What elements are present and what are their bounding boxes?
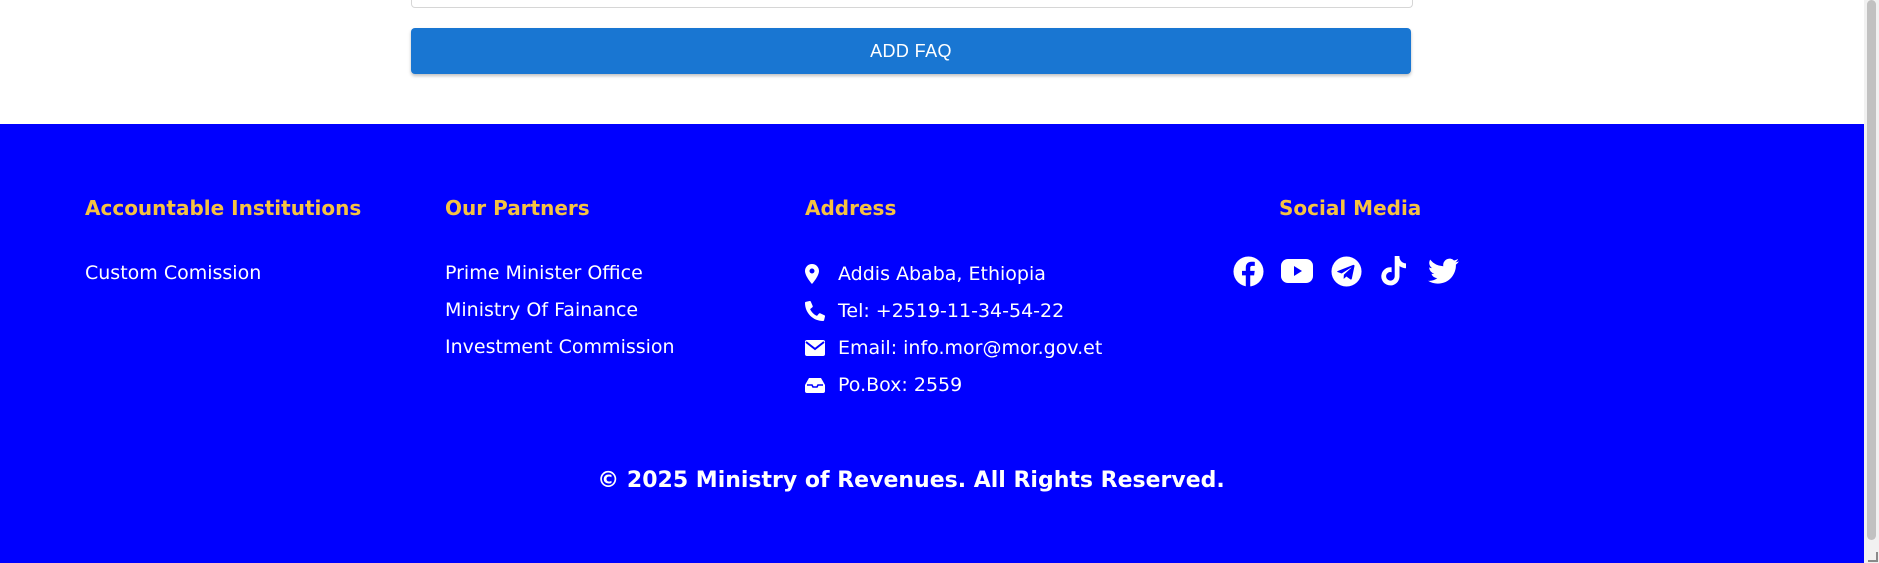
ministry-of-finance-link[interactable]: Ministry Of Fainance [445,299,638,321]
page: ADD FAQ Accountable Institutions Custom … [0,0,1864,563]
phone-icon [805,300,827,322]
map-pin-icon [805,263,827,285]
accountable-institutions-heading: Accountable Institutions [85,196,362,220]
faq-form-area: ADD FAQ [0,0,1864,124]
copyright-text: © 2025 Ministry of Revenues. All Rights … [597,468,1225,493]
social-media-heading: Social Media [1279,196,1422,220]
address-pobox: Po.Box: 2559 [805,370,962,400]
prime-minister-office-link[interactable]: Prime Minister Office [445,262,643,284]
investment-commission-link[interactable]: Investment Commission [445,336,675,358]
our-partners-heading: Our Partners [445,196,590,220]
youtube-icon[interactable] [1280,254,1314,288]
inbox-icon [805,374,827,396]
address-email: Email: info.mor@mor.gov.et [805,333,1102,363]
address-heading: Address [805,196,897,220]
address-phone: Tel: +2519-11-34-54-22 [805,296,1064,326]
custom-comission-link[interactable]: Custom Comission [85,262,261,284]
twitter-icon[interactable] [1426,254,1460,288]
address-phone-text: Tel: +2519-11-34-54-22 [838,300,1065,322]
envelope-icon [805,337,827,359]
site-footer: Accountable Institutions Custom Comissio… [0,124,1864,563]
tiktok-icon[interactable] [1377,254,1411,288]
add-faq-button[interactable]: ADD FAQ [411,28,1411,74]
address-location-text: Addis Ababa, Ethiopia [838,263,1046,285]
scrollbar-thumb[interactable] [1867,0,1876,540]
resize-grip-icon [1868,552,1878,562]
vertical-scrollbar[interactable] [1864,0,1879,563]
answer-input[interactable] [411,0,1413,8]
address-pobox-text: Po.Box: 2559 [838,374,963,396]
address-email-text: Email: info.mor@mor.gov.et [838,337,1103,359]
facebook-icon[interactable] [1231,254,1265,288]
address-location: Addis Ababa, Ethiopia [805,259,1046,289]
telegram-icon[interactable] [1329,254,1363,288]
